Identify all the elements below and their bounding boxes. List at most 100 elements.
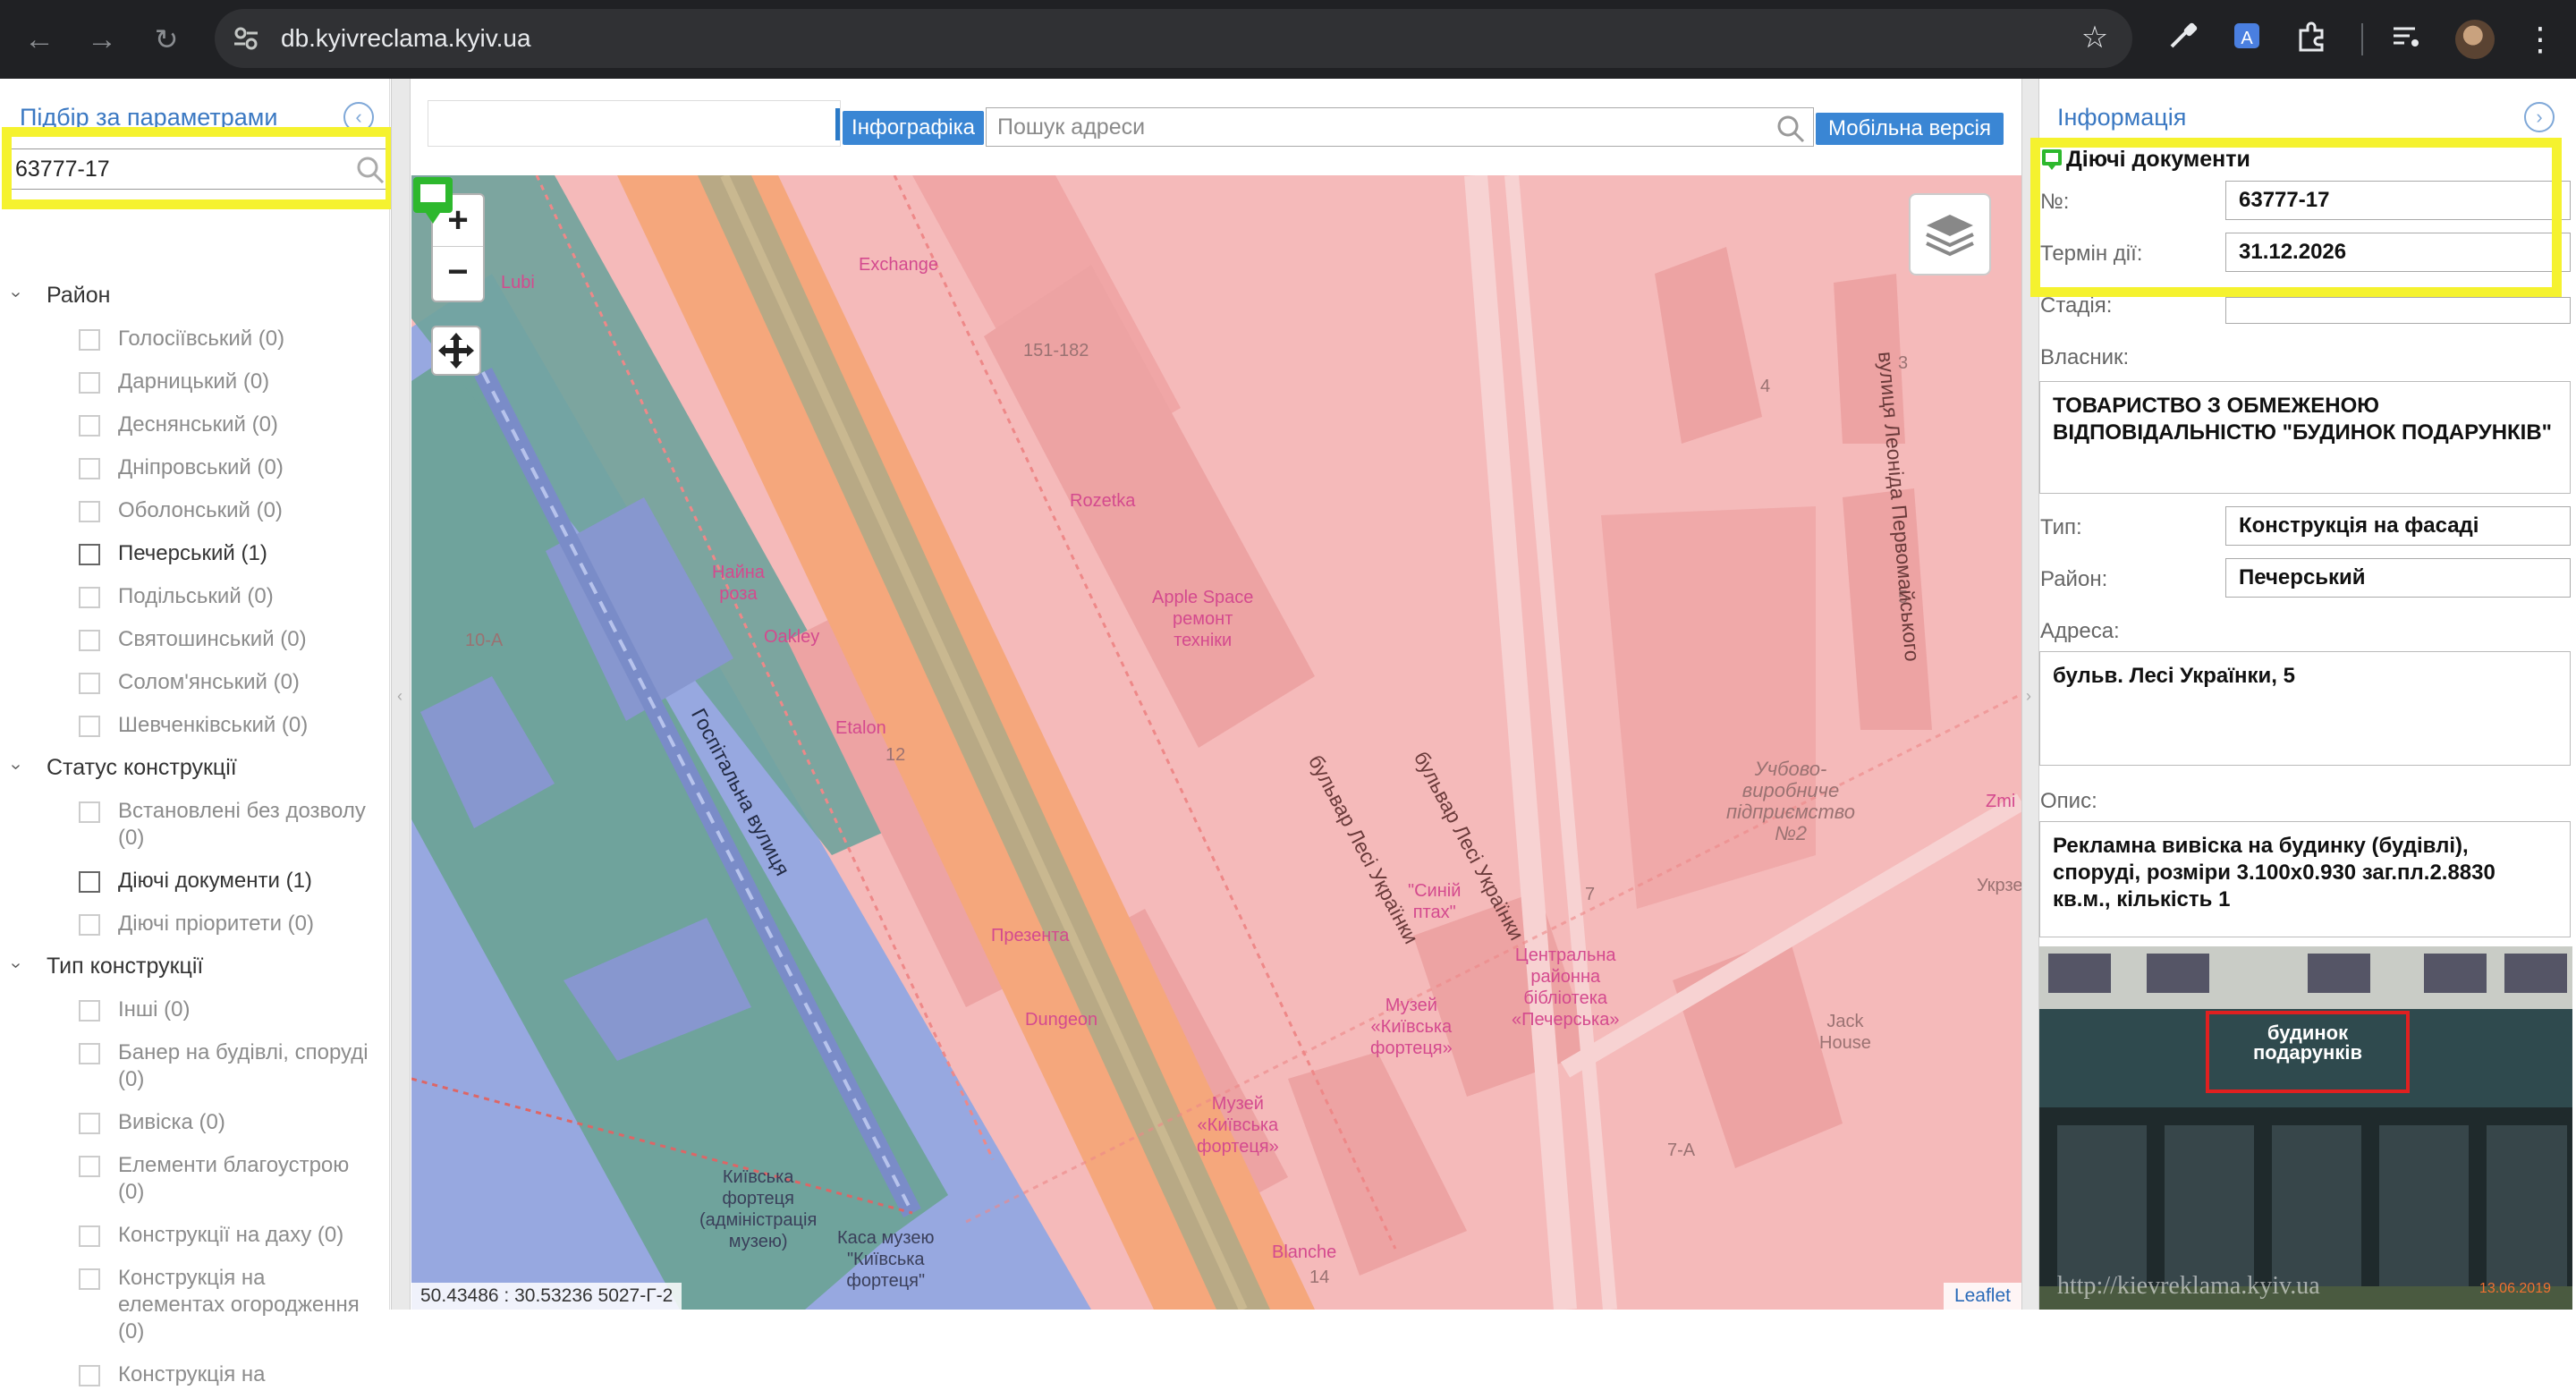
filter-checkbox[interactable] [79,673,100,694]
filter-option[interactable]: Дарницький (0) [0,363,390,406]
filter-checkbox[interactable] [79,871,100,893]
forward-arrow-icon[interactable]: → [80,18,123,61]
right-splitter[interactable]: › [2021,79,2039,1310]
map-label: Презента [991,926,1070,945]
filter-option-label: Дарницький (0) [118,369,270,394]
filter-option-label: Банер на будівлі, споруді (0) [118,1040,369,1091]
filter-option[interactable]: Подільський (0) [0,578,390,621]
map-label: Apple Space ремонт техніки [1152,588,1254,650]
filter-option-label: Деснянський (0) [118,412,278,437]
reading-list-icon[interactable] [2385,18,2428,61]
filter-checkbox[interactable] [79,501,100,522]
number-value: 63777-17 [2225,181,2571,220]
filter-checkbox[interactable] [79,1043,100,1064]
filter-checkbox[interactable] [79,1365,100,1386]
filter-checkbox[interactable] [79,1000,100,1022]
filter-group[interactable]: › Статус конструкції [0,750,390,793]
layers-icon [1926,215,1974,257]
filter-checkbox[interactable] [79,544,100,565]
bookmark-star-icon[interactable]: ☆ [2077,20,2113,55]
description-value: Рекламна вивіска на будинку (будівлі), с… [2039,821,2571,937]
infographic-button[interactable]: Інфографіка [843,111,984,145]
filter-checkbox[interactable] [79,1156,100,1177]
filter-checkbox[interactable] [79,329,100,351]
filter-checkbox[interactable] [79,716,100,737]
filter-checkbox[interactable] [79,458,100,479]
filter-option[interactable]: Конструкція на елементах огородження (0) [0,1259,390,1356]
filter-tree: › Район Голосіївський (0) Дарницький (0) Дес… [0,277,390,1399]
address-search-input[interactable] [987,108,1813,146]
address-search-icon[interactable] [1775,114,1806,144]
collapse-right-icon[interactable]: › [2524,102,2555,132]
site-settings-icon[interactable] [231,23,261,54]
filter-option-label: Елементи благоустрою (0) [118,1153,350,1204]
filter-option[interactable]: Печерський (1) [0,535,390,578]
description-label: Опис: [2040,789,2097,813]
filter-checkbox[interactable] [79,1268,100,1290]
chevron-down-icon[interactable]: › [5,292,26,298]
sign-highlight-box [2206,1011,2410,1093]
back-arrow-icon[interactable]: ← [18,18,61,61]
filter-group[interactable]: › Район [0,277,390,320]
filter-option[interactable]: Конструкція на [0,1356,390,1399]
filter-option[interactable]: Солом'янський (0) [0,664,390,707]
chevron-down-icon[interactable]: › [5,764,26,770]
map-label: Blanche [1272,1242,1337,1262]
translate-extension-icon[interactable]: A [2225,18,2268,61]
filter-option[interactable]: Діючі пріоритети (0) [0,905,390,948]
filter-checkbox[interactable] [79,415,100,437]
filter-group[interactable]: › Тип конструкції [0,948,390,991]
reload-icon[interactable]: ↻ [145,18,188,61]
address-bar[interactable]: db.kyivreclama.kyiv.ua ☆ [215,9,2132,68]
filter-option-label: Діючі пріоритети (0) [118,911,315,936]
filter-option[interactable]: Дніпровський (0) [0,449,390,492]
map-label: Київська фортеця (адміністрація музею) [699,1167,818,1251]
filter-option-label: Конструкції на даху (0) [118,1223,344,1247]
filter-checkbox[interactable] [79,801,100,823]
eyedropper-extension-icon[interactable] [2161,18,2204,61]
chevron-down-icon[interactable]: › [5,962,26,969]
pan-control-icon[interactable] [431,326,481,376]
filter-option[interactable]: Встановлені без дозволу (0) [0,793,390,862]
filter-option[interactable]: Інші (0) [0,991,390,1034]
filter-option[interactable]: Банер на будівлі, споруді (0) [0,1034,390,1104]
facade-photo-image [2039,946,2572,1310]
filter-option[interactable]: Конструкції на даху (0) [0,1217,390,1259]
filter-option[interactable]: Святошинський (0) [0,621,390,664]
profile-avatar[interactable] [2455,20,2495,59]
filter-option-label: Шевченківський (0) [118,713,309,737]
filter-option[interactable]: Деснянський (0) [0,406,390,449]
filter-checkbox[interactable] [79,1113,100,1134]
filter-option-label: Інші (0) [118,997,191,1022]
extensions-puzzle-icon[interactable] [2290,18,2333,61]
address-search-box[interactable] [986,107,1814,147]
map-canvas[interactable]: + − Exchange Lubi 151-182 Rozetka Apple … [411,175,2021,1310]
menu-kebab-icon[interactable]: ⋮ [2519,18,2562,61]
filter-checkbox[interactable] [79,587,100,608]
filter-checkbox[interactable] [79,1225,100,1247]
filter-option[interactable]: Вивіска (0) [0,1104,390,1147]
filter-option[interactable]: Оболонський (0) [0,492,390,535]
filter-option-label: Встановлені без дозволу (0) [118,799,366,850]
url-text: db.kyivreclama.kyiv.ua [281,24,531,52]
map-label: 12 [886,745,906,765]
document-header-text: Діючі документи [2066,147,2250,172]
mobile-version-button[interactable]: Мобільна версія [1816,113,2004,145]
filter-checkbox[interactable] [79,372,100,394]
filter-option[interactable]: Діючі документи (1) [0,862,390,905]
leaflet-attribution-link[interactable]: Leaflet [1943,1283,2021,1310]
layers-button[interactable] [1909,193,1991,276]
zoom-out-button[interactable]: − [433,247,483,299]
map-filter-input[interactable] [428,100,841,147]
owner-label: Власник: [2040,345,2130,369]
photo-watermark: http://kievreklama.kyiv.ua [2057,1272,2320,1300]
filter-option[interactable]: Шевченківський (0) [0,707,390,750]
filter-checkbox[interactable] [79,630,100,651]
filter-option[interactable]: Елементи благоустрою (0) [0,1147,390,1217]
filter-checkbox[interactable] [79,914,100,936]
billboard-marker-icon[interactable] [411,175,454,225]
left-splitter[interactable]: ‹ [391,79,411,1310]
filter-group-label: Район [47,283,111,308]
construction-photo[interactable]: будинок подарунків http://kievreklama.ky… [2039,946,2572,1310]
filter-option[interactable]: Голосіївський (0) [0,320,390,363]
